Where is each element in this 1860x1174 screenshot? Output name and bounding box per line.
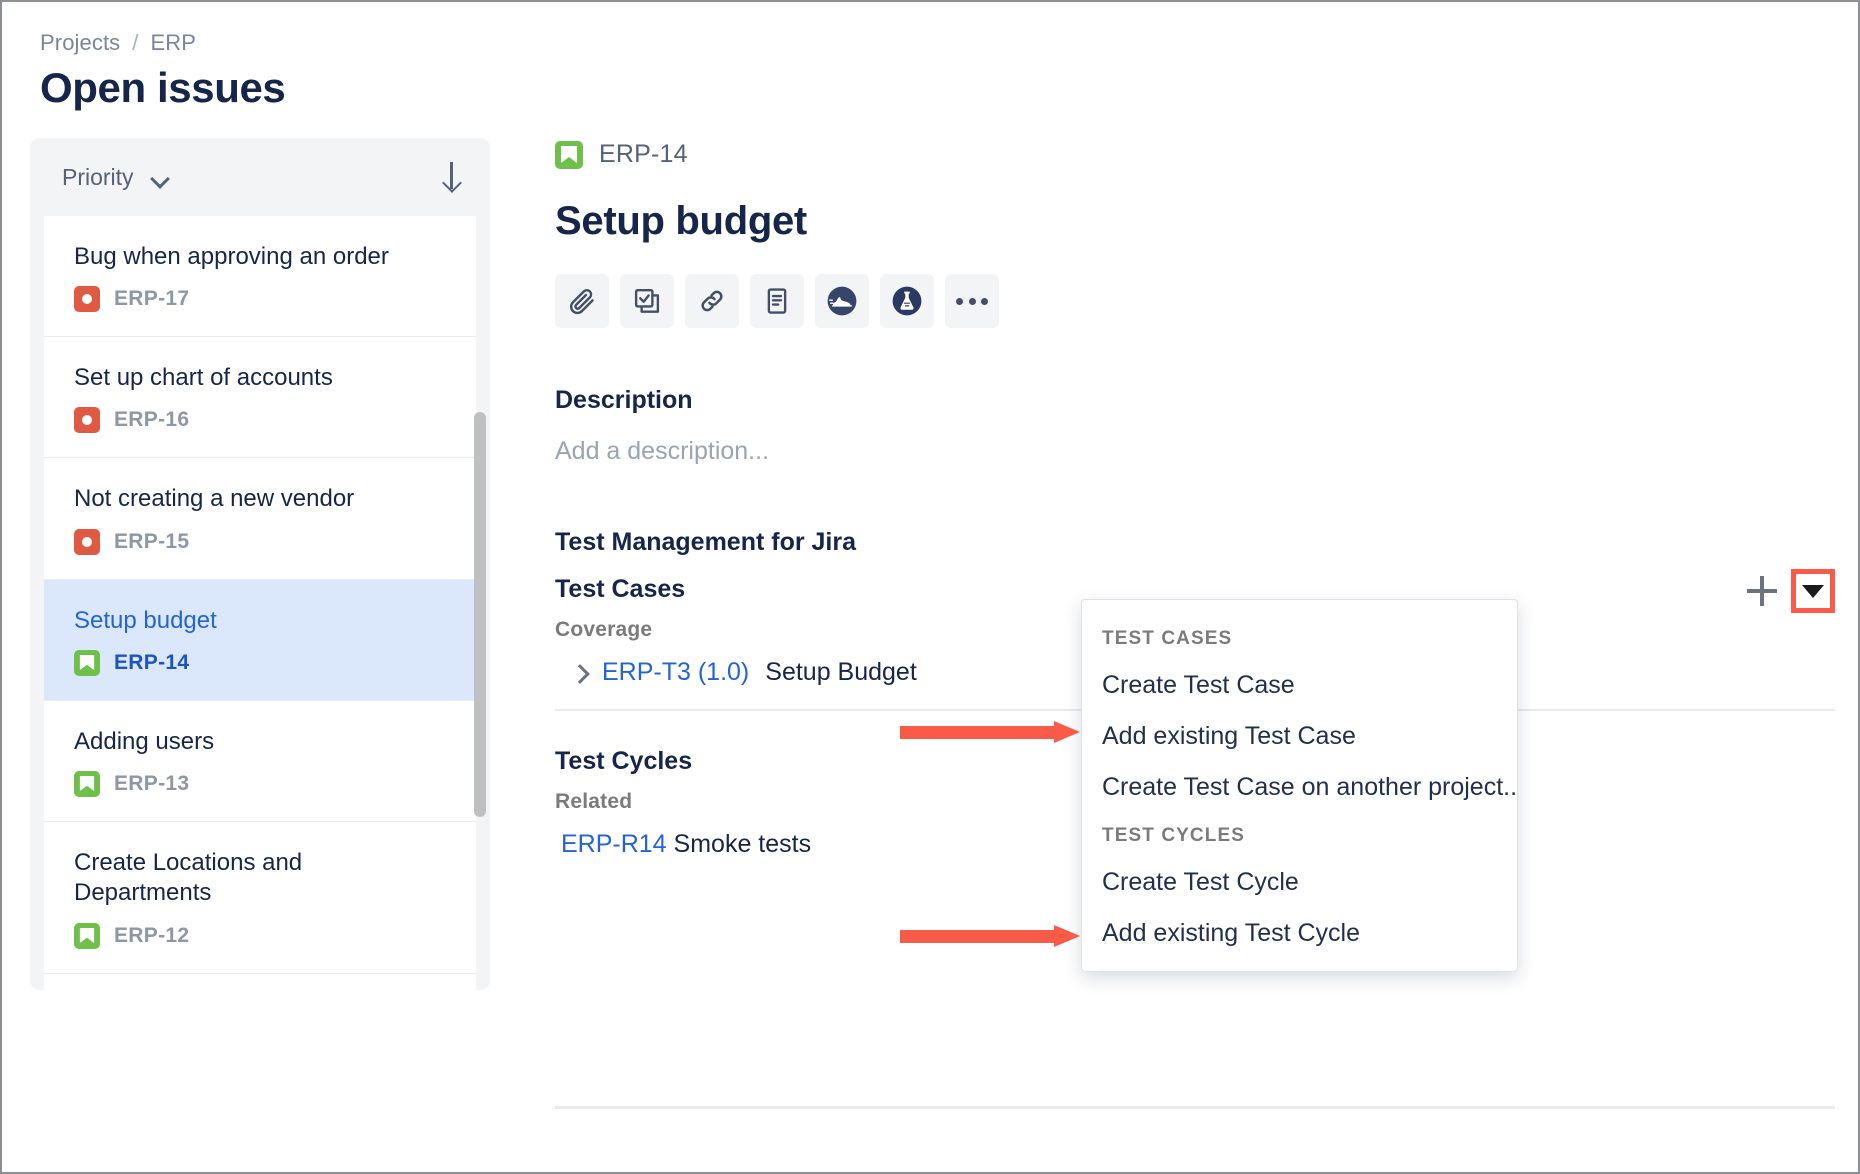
issue-key-row: ERP-16 (74, 407, 446, 434)
menu-item[interactable]: Create Test Cycle (1082, 857, 1517, 908)
issue-key-row: ERP-12 (74, 922, 446, 949)
issue-list-item[interactable]: Create Locations and Departments ERP-12 (44, 822, 476, 974)
issue-list-item[interactable]: Adding users ERP-13 (44, 700, 476, 823)
page-title: Open issues (40, 64, 286, 111)
subtask-icon[interactable] (620, 274, 674, 328)
issue-key[interactable]: ERP-14 (599, 140, 688, 169)
issue-key-row: ERP-17 (74, 286, 446, 313)
annotation-arrow-add-existing-test-case (900, 721, 1080, 743)
issue-key: ERP-17 (114, 287, 190, 311)
story-type-icon (555, 140, 583, 169)
issue-summary: Adding users (74, 727, 215, 755)
breadcrumb-separator: / (132, 30, 139, 55)
issue-key: ERP-15 (114, 529, 190, 553)
menu-group-label: TEST CASES (1102, 628, 1233, 649)
test-management-actions (1747, 569, 1835, 613)
issue-summary: Create Locations and Departments (74, 849, 303, 907)
issue-title: Setup budget (555, 199, 807, 243)
app-window: Projects / ERP Open issues Priority Bug … (0, 0, 1860, 1174)
chevron-right-icon[interactable] (573, 663, 586, 683)
test-cycle-name: Smoke tests (673, 830, 812, 858)
test-management-section-title: Test Management for Jira (555, 528, 857, 556)
bug-type-icon (74, 286, 100, 313)
chevron-down-icon[interactable] (151, 172, 169, 183)
issue-key: ERP-13 (114, 772, 190, 796)
breadcrumb-projects[interactable]: Projects (40, 30, 120, 56)
page-icon[interactable] (750, 274, 804, 328)
issue-key: ERP-14 (114, 650, 190, 674)
issue-list-item[interactable]: Set up chart of accounts ERP-16 (44, 337, 476, 459)
issue-list-item[interactable]: Bug when approving an order ERP-17 (44, 216, 476, 338)
issue-action-toolbar (555, 274, 1835, 328)
issue-summary: Bug when approving an order (74, 243, 389, 270)
flask-icon[interactable] (880, 274, 934, 328)
issue-list-item[interactable]: Not creating a new vendor ERP-15 (44, 458, 476, 580)
sneaker-icon[interactable] (815, 274, 869, 328)
story-type-icon (74, 771, 100, 798)
menu-group-label: TEST CYCLES (1102, 825, 1246, 846)
issue-list-item[interactable]: Setup budget ERP-14 (44, 579, 476, 701)
test-cycle-key[interactable]: ERP-R14 (561, 830, 667, 858)
issue-key-row: ERP-14 (74, 649, 446, 676)
bug-type-icon (74, 528, 100, 555)
issue-key: ERP-12 (114, 923, 190, 947)
attach-icon[interactable] (555, 274, 609, 328)
issue-list: Bug when approving an order ERP-17 Set up … (44, 216, 476, 990)
description-placeholder[interactable]: Add a description... (555, 437, 1835, 466)
test-cycles-heading: Test Cycles (555, 747, 693, 775)
issue-key-row: ERP-13 (74, 771, 446, 798)
link-icon[interactable] (685, 274, 739, 328)
arrow-down-icon[interactable] (440, 162, 462, 192)
issue-key: ERP-16 (114, 408, 190, 432)
menu-item[interactable]: Create Test Case (1082, 660, 1517, 711)
add-button[interactable] (1747, 576, 1777, 606)
menu-item[interactable]: Add existing Test Case (1082, 711, 1517, 762)
sort-field-label[interactable]: Priority (62, 164, 134, 191)
menu-item[interactable]: Create Test Case on another project... (1082, 762, 1517, 813)
issue-key-row: ERP-15 (74, 528, 446, 555)
more-icon[interactable] (945, 274, 999, 328)
issue-summary: Not creating a new vendor (74, 485, 355, 513)
issue-summary: Set up chart of accounts (74, 364, 333, 392)
breadcrumb: Projects / ERP (40, 30, 196, 56)
caret-down-icon[interactable] (1791, 569, 1835, 613)
issue-list-panel: Priority Bug when approving an order ERP-… (30, 138, 490, 990)
story-type-icon (74, 922, 100, 949)
test-cases-heading: Test Cases (555, 575, 686, 603)
story-type-icon (74, 649, 100, 676)
test-management-dropdown-menu: TEST CASES Create Test Case Add existing T… (1081, 599, 1518, 972)
scrollbar-thumb[interactable] (474, 412, 486, 817)
menu-item[interactable]: Add existing Test Cycle (1082, 908, 1517, 959)
description-heading: Description (555, 386, 693, 414)
test-case-key[interactable]: ERP-T3 (1.0) (602, 658, 749, 687)
test-case-name: Setup Budget (765, 658, 917, 686)
issue-list-scroll-area: Bug when approving an order ERP-17 Set up … (30, 216, 490, 990)
breadcrumb-project[interactable]: ERP (151, 30, 197, 56)
issue-key-header: ERP-14 (555, 140, 1835, 169)
annotation-arrow-add-existing-test-cycle (900, 925, 1080, 947)
bottom-divider (555, 1106, 1835, 1109)
bug-type-icon (74, 407, 100, 434)
scrollbar[interactable] (474, 412, 486, 817)
issue-list-toolbar: Priority (30, 138, 490, 216)
issue-summary: Setup budget (74, 606, 217, 634)
